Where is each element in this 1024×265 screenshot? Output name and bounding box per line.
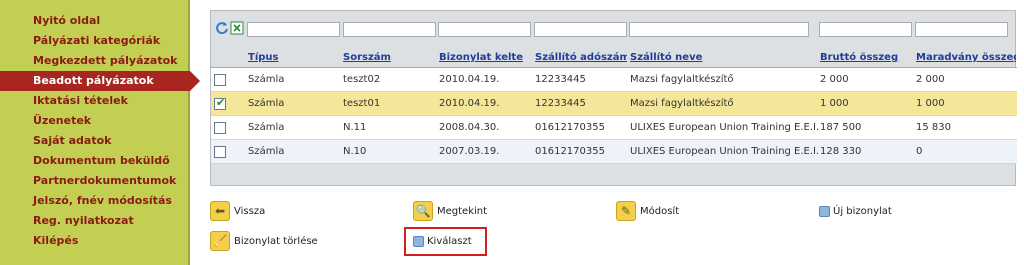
cell-tipus: Számla <box>248 74 285 85</box>
cell-bizonylat-kelte: 2008.04.30. <box>439 122 500 133</box>
sidebar-item-nyito-oldal[interactable]: Nyitó oldal <box>0 11 190 31</box>
delete-document-button[interactable]: 🧹 Bizonylat törlése <box>210 230 318 252</box>
row-checkbox[interactable] <box>214 96 226 110</box>
pencil-icon: ✎ <box>616 201 636 221</box>
cell-maradvany-osszeg: 0 <box>916 146 923 157</box>
grid-header-row: Típus Sorszám Bizonylat kelte Szállító a… <box>211 48 1017 68</box>
cell-sorszam: N.10 <box>343 146 367 157</box>
modify-button[interactable]: ✎ Módosít <box>616 200 679 222</box>
sidebar-item-dokumentum-bekuldo[interactable]: Dokumentum beküldő <box>0 151 190 171</box>
sidebar-item-uzenetek[interactable]: Üzenetek <box>0 111 190 131</box>
cell-szallito-adoszama: 01612170355 <box>535 122 605 133</box>
cell-szallito-neve: Mazsi fagylaltkészítő <box>630 74 734 85</box>
cell-tipus: Számla <box>248 98 285 109</box>
sidebar-item-iktatasi-tetelek[interactable]: Iktatási tételek <box>0 91 190 111</box>
filter-maradvany-osszeg-input[interactable] <box>915 22 1008 37</box>
cell-tipus: Számla <box>248 122 285 133</box>
column-header-szallito-adoszama[interactable]: Szállító adószáma <box>535 52 627 63</box>
new-document-icon <box>819 205 830 217</box>
cell-szallito-adoszama: 12233445 <box>535 98 586 109</box>
cell-brutto-osszeg: 128 330 <box>820 146 862 157</box>
app-window: Nyitó oldal Pályázati kategóriák Megkezd… <box>0 0 1024 265</box>
filter-szallito-neve-input[interactable] <box>629 22 809 37</box>
cell-brutto-osszeg: 187 500 <box>820 122 862 133</box>
excel-icon[interactable] <box>230 21 244 35</box>
cell-sorszam: teszt01 <box>343 98 381 109</box>
cell-bizonylat-kelte: 2010.04.19. <box>439 98 500 109</box>
cell-szallito-neve: Mazsi fagylaltkészítő <box>630 98 734 109</box>
cell-bizonylat-kelte: 2007.03.19. <box>439 146 500 157</box>
column-header-szallito-neve[interactable]: Szállító neve <box>630 52 810 63</box>
sidebar-item-kilepes[interactable]: Kilépés <box>0 231 190 251</box>
sidebar-nav: Nyitó oldal Pályázati kategóriák Megkezd… <box>0 0 200 265</box>
row-checkbox[interactable] <box>214 146 226 158</box>
magnifier-icon: 🔍 <box>413 201 433 221</box>
column-header-tipus[interactable]: Típus <box>248 52 340 63</box>
cell-szallito-adoszama: 01612170355 <box>535 146 605 157</box>
broom-icon: 🧹 <box>210 231 230 251</box>
filter-bizonylat-kelte-input[interactable] <box>438 22 531 37</box>
cell-szallito-neve: ULIXES European Union Training E.E.I.G <box>630 146 818 157</box>
cell-bizonylat-kelte: 2010.04.19. <box>439 74 500 85</box>
sidebar-item-jelszo-modositas[interactable]: Jelszó, fnév módosítás <box>0 191 190 211</box>
new-document-button[interactable]: Új bizonylat <box>819 200 892 222</box>
cell-szallito-neve: ULIXES European Union Training E.E.I.G <box>630 122 818 133</box>
filter-sorszam-input[interactable] <box>343 22 436 37</box>
table-row[interactable]: Számla N.10 2007.03.19. 01612170355 ULIX… <box>211 140 1017 164</box>
arrow-left-icon: ⬅ <box>210 201 230 221</box>
filter-brutto-osszeg-input[interactable] <box>819 22 912 37</box>
cell-brutto-osszeg: 2 000 <box>820 74 849 85</box>
cell-sorszam: teszt02 <box>343 74 381 85</box>
table-row[interactable]: Számla teszt02 2010.04.19. 12233445 Mazs… <box>211 68 1017 92</box>
row-checkbox[interactable] <box>214 122 226 134</box>
refresh-icon[interactable] <box>215 21 229 35</box>
cell-brutto-osszeg: 1 000 <box>820 98 849 109</box>
sidebar-item-reg-nyilatkozat[interactable]: Reg. nyilatkozat <box>0 211 190 231</box>
grid-toolbar <box>211 11 1017 41</box>
sidebar-item-palyazati-kategoriak[interactable]: Pályázati kategóriák <box>0 31 190 51</box>
sidebar-item-megkezdett-palyazatok[interactable]: Megkezdett pályázatok <box>0 51 190 71</box>
documents-grid: Típus Sorszám Bizonylat kelte Szállító a… <box>210 10 1017 186</box>
table-row[interactable]: Számla teszt01 2010.04.19. 12233445 Mazs… <box>211 92 1017 116</box>
cell-szallito-adoszama: 12233445 <box>535 74 586 85</box>
select-button-highlight <box>404 227 487 256</box>
column-header-maradvany-osszeg[interactable]: Maradvány összeg <box>916 52 1016 63</box>
row-checkbox[interactable] <box>214 74 226 86</box>
table-row[interactable]: Számla N.11 2008.04.30. 01612170355 ULIX… <box>211 116 1017 140</box>
cell-tipus: Számla <box>248 146 285 157</box>
cell-maradvany-osszeg: 15 830 <box>916 122 951 133</box>
sidebar-item-beadott-palyazatok[interactable]: Beadott pályázatok <box>0 71 200 91</box>
sidebar-item-partnerdokumentumok[interactable]: Partnerdokumentumok <box>0 171 190 191</box>
cell-maradvany-osszeg: 1 000 <box>916 98 945 109</box>
filter-szallito-adoszama-input[interactable] <box>534 22 627 37</box>
cell-sorszam: N.11 <box>343 122 367 133</box>
sidebar-item-sajat-adatok[interactable]: Saját adatok <box>0 131 190 151</box>
filter-tipus-input[interactable] <box>247 22 340 37</box>
column-header-sorszam[interactable]: Sorszám <box>343 52 435 63</box>
cell-maradvany-osszeg: 2 000 <box>916 74 945 85</box>
back-button[interactable]: ⬅ Vissza <box>210 200 265 222</box>
view-button[interactable]: 🔍 Megtekint <box>413 200 487 222</box>
column-header-brutto-osszeg[interactable]: Bruttó összeg <box>820 52 912 63</box>
column-header-bizonylat-kelte[interactable]: Bizonylat kelte <box>439 52 531 63</box>
